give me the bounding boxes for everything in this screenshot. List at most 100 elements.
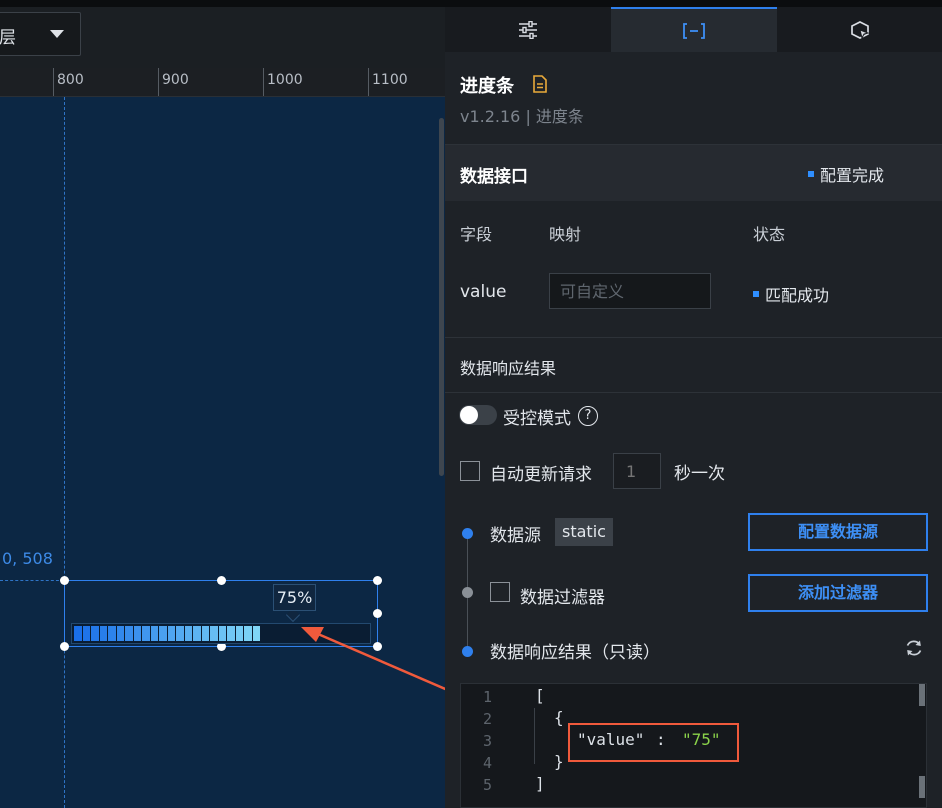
match-status-text: 匹配成功 <box>765 286 830 305</box>
progress-segment <box>235 626 243 641</box>
resize-handle-bottom-left[interactable] <box>60 642 69 651</box>
controlled-mode-label: 受控模式 <box>503 409 571 429</box>
divider <box>445 392 942 393</box>
line-number: 5 <box>483 776 493 794</box>
coordinate-readout: 0, 508 <box>2 549 53 568</box>
tab-interaction[interactable] <box>777 7 942 52</box>
bracket-data-icon <box>683 22 705 39</box>
progress-bar[interactable] <box>71 623 371 644</box>
status-dot-icon <box>808 171 814 177</box>
progress-segment <box>116 626 124 641</box>
progress-segment <box>227 626 235 641</box>
data-api-title: 数据接口 <box>460 167 528 187</box>
ruler-label-1000: 1000 <box>267 72 303 88</box>
layer-select[interactable]: 层 <box>0 12 81 56</box>
toggle-knob <box>460 406 478 424</box>
filter-checkbox[interactable] <box>490 582 510 602</box>
component-title: 进度条 <box>460 76 514 97</box>
line-number: 3 <box>483 732 493 750</box>
code-line-4: } <box>554 752 564 771</box>
controlled-mode-toggle[interactable] <box>459 405 497 425</box>
ruler-label-900: 900 <box>162 72 189 88</box>
progress-segment <box>133 626 141 641</box>
progress-tooltip: 75% <box>273 584 316 611</box>
panel-tabs <box>445 0 942 52</box>
data-api-header[interactable]: 数据接口 配置完成 <box>445 145 942 201</box>
progress-segment <box>193 626 201 641</box>
progress-segment <box>210 626 218 641</box>
data-source-badge: static <box>555 518 613 546</box>
progress-segment <box>201 626 209 641</box>
horizontal-guide-line <box>0 580 64 581</box>
sliders-icon <box>519 20 537 39</box>
canvas-toolbar: 层 <box>0 0 445 68</box>
annotation-highlight-box <box>568 723 739 762</box>
progress-segment <box>99 626 107 641</box>
component-version: v1.2.16 | 进度条 <box>460 107 584 126</box>
editor-scrollbar[interactable] <box>919 684 925 706</box>
code-line-5: ] <box>535 774 545 793</box>
tab-settings[interactable] <box>445 7 611 52</box>
cursor-box-icon <box>851 20 870 39</box>
progress-segment <box>108 626 116 641</box>
data-api-status: 配置完成 <box>808 162 884 186</box>
progress-segment <box>184 626 192 641</box>
progress-segment <box>176 626 184 641</box>
horizontal-ruler: 800 900 1000 1100 <box>0 68 445 97</box>
divider <box>445 337 942 338</box>
resize-handle-top-left[interactable] <box>60 576 69 585</box>
progress-segment <box>159 626 167 641</box>
canvas-scrollbar[interactable] <box>439 118 444 476</box>
response-section-title: 数据响应结果 <box>460 359 557 378</box>
ruler-tick <box>53 68 54 96</box>
ruler-tick <box>368 68 369 96</box>
code-line-1: [ <box>535 686 545 705</box>
progress-segment <box>91 626 99 641</box>
resize-handle-top-right[interactable] <box>373 576 382 585</box>
resize-handle-right[interactable] <box>373 609 382 618</box>
help-icon[interactable]: ? <box>578 406 598 426</box>
config-panel: 进度条 v1.2.16 | 进度条 数据接口 配置完成 字段 映射 状态 val… <box>445 0 942 808</box>
column-header-status: 状态 <box>753 225 786 244</box>
progress-segment <box>252 626 260 641</box>
document-icon[interactable] <box>532 75 548 93</box>
step-dot-filter <box>462 587 473 598</box>
resize-handle-top[interactable] <box>217 576 226 585</box>
caret-down-icon <box>50 30 64 38</box>
progress-segment <box>142 626 150 641</box>
auto-update-checkbox[interactable] <box>460 461 480 481</box>
configure-data-source-button[interactable]: 配置数据源 <box>748 513 928 551</box>
add-filter-button[interactable]: 添加过滤器 <box>748 574 928 612</box>
step-dot-result <box>462 646 473 657</box>
auto-update-label: 自动更新请求 <box>490 465 592 485</box>
editor-scrollbar-bottom[interactable] <box>919 776 925 798</box>
line-number: 4 <box>483 754 493 772</box>
indent-guide <box>534 708 535 764</box>
code-line-2: { <box>554 708 564 727</box>
progress-segment <box>167 626 175 641</box>
progress-segment <box>125 626 133 641</box>
mapping-input[interactable] <box>549 273 711 309</box>
refresh-icon[interactable] <box>904 638 924 658</box>
ruler-tick <box>263 68 264 96</box>
data-api-status-text: 配置完成 <box>820 166 885 185</box>
tab-data[interactable] <box>611 7 777 52</box>
progress-segment <box>244 626 252 641</box>
status-dot-icon <box>753 291 759 297</box>
field-name: value <box>460 282 507 302</box>
line-number: 1 <box>483 688 493 706</box>
step-label-filter: 数据过滤器 <box>520 588 605 608</box>
resize-handle-bottom-right[interactable] <box>373 642 382 651</box>
progress-segment <box>218 626 226 641</box>
editor-canvas[interactable]: 层 800 900 1000 1100 0, 508 75% <box>0 0 445 808</box>
interval-input[interactable] <box>613 453 661 489</box>
column-header-mapping: 映射 <box>549 225 582 244</box>
column-header-field: 字段 <box>460 225 493 244</box>
line-number: 2 <box>483 710 493 728</box>
interval-unit: 秒一次 <box>674 464 725 484</box>
step-dot-source <box>462 528 473 539</box>
layer-select-label: 层 <box>0 28 16 48</box>
progress-segment <box>74 626 82 641</box>
ruler-label-1100: 1100 <box>372 72 408 88</box>
step-label-source: 数据源 <box>490 526 541 546</box>
